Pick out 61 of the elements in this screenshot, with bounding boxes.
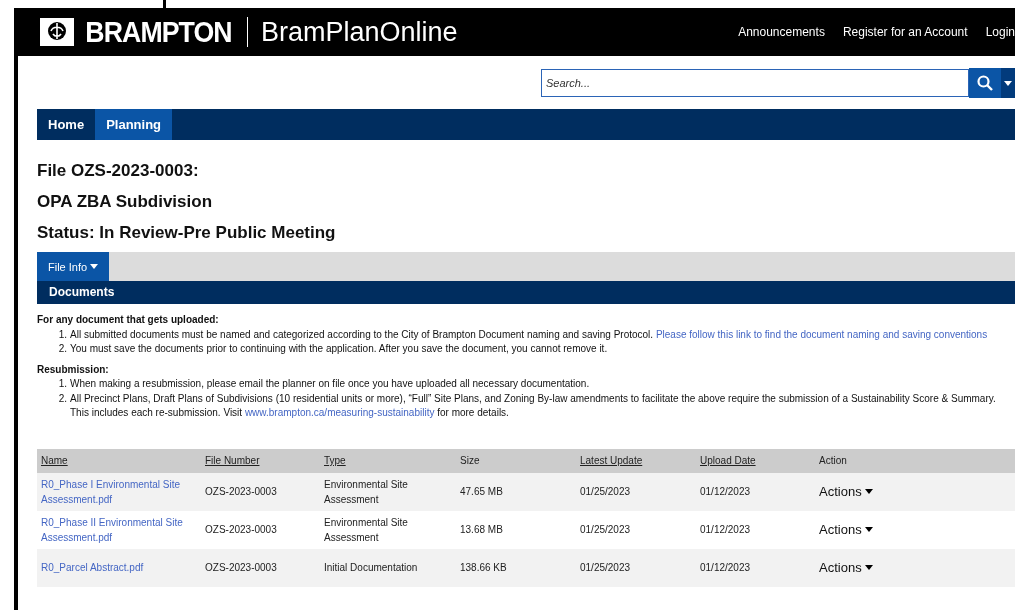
note-link[interactable]: www.brampton.ca/measuring-sustainability bbox=[244, 407, 435, 418]
actions-dropdown[interactable]: Actions bbox=[819, 522, 873, 537]
column-header[interactable]: Latest Update bbox=[576, 448, 696, 473]
table-cell: 01/12/2023 bbox=[700, 486, 751, 497]
table-cell: 138.66 KB bbox=[460, 562, 507, 573]
note-heading: Resubmission: bbox=[37, 362, 110, 377]
table-cell: OZS-2023-0003 bbox=[205, 524, 277, 535]
table-cell: Environmental Site Assessment bbox=[324, 516, 408, 543]
table-cell: 01/12/2023 bbox=[700, 524, 751, 535]
table-cell: 01/12/2023 bbox=[700, 562, 751, 573]
table-cell: Environmental Site Assessment bbox=[324, 478, 408, 505]
caret-icon bbox=[864, 489, 873, 494]
actions-dropdown[interactable]: Actions bbox=[819, 560, 873, 575]
file-info-tab[interactable]: File Info bbox=[37, 252, 110, 281]
table-cell: Initial Documentation bbox=[324, 562, 418, 573]
caret-icon bbox=[1004, 80, 1012, 86]
nav-tab[interactable]: Home bbox=[37, 109, 96, 140]
header-link[interactable]: Register for an Account bbox=[842, 25, 968, 39]
note-heading: For any document that gets uploaded: bbox=[37, 313, 220, 327]
column-header[interactable]: File Number bbox=[201, 448, 320, 473]
list-number: 2. bbox=[57, 342, 67, 356]
search-button[interactable] bbox=[969, 68, 1001, 98]
column-header[interactable]: Type bbox=[320, 448, 456, 473]
list-number: 1. bbox=[57, 327, 67, 342]
file-type: OPA ZBA Subdivision bbox=[37, 191, 214, 213]
table-cell: 13.68 MB bbox=[460, 524, 503, 535]
caret-icon bbox=[864, 565, 873, 570]
caret-icon bbox=[864, 527, 873, 532]
section-header: Documents bbox=[37, 281, 1015, 304]
note-link[interactable]: Please follow this link to find the document naming and saving conventions bbox=[655, 328, 988, 340]
search-icon bbox=[977, 75, 993, 91]
table-cell: 01/25/2023 bbox=[580, 524, 631, 535]
search-field[interactable]: Search... bbox=[541, 69, 969, 97]
list-number: 1. bbox=[57, 377, 67, 391]
table-cell: 47.65 MB bbox=[460, 486, 503, 497]
note-item: All submitted documents must be named and categorized according to the City of Brampton Document naming and saving Protocol. Please follow this link to find the document naming and saving conventions bbox=[70, 327, 989, 342]
header-link[interactable]: Login bbox=[985, 25, 1015, 39]
file-link[interactable]: R0_Phase I Environmental Site Assessment.pdf bbox=[41, 476, 197, 507]
table-cell: OZS-2023-0003 bbox=[205, 486, 277, 497]
note-item: When making a resubmission, please email the planner on file once you have uploaded all necessary documentation. bbox=[70, 377, 591, 391]
brand-logo-text: BRAMPTON bbox=[85, 15, 232, 49]
table-cell: OZS-2023-0003 bbox=[205, 562, 277, 573]
table-cell: 01/25/2023 bbox=[580, 486, 631, 497]
file-status: Status: In Review-Pre Public Meeting bbox=[37, 222, 337, 244]
file-title: File OZS-2023-0003: bbox=[37, 160, 200, 182]
list-number: 2. bbox=[57, 391, 67, 406]
note-item: You must save the documents prior to continuing with the application. After you save the document, you cannot remove it. bbox=[70, 342, 609, 356]
file-link[interactable]: R0_Phase II Environmental Site Assessment.pdf bbox=[41, 514, 197, 545]
column-header[interactable]: Upload Date bbox=[696, 448, 815, 473]
note-item: All Precinct Plans, Draft Plans of Subdivisions (10 residential units or more), “Full” Site Plans, and Zoning By-law amendments to facilitate the above require the submission of a Sustainability Score & Summary. This includes each re-submission. Visit www.brampton.ca/measuring-sustainability for more details. bbox=[70, 391, 997, 420]
nav-tab[interactable]: Planning bbox=[95, 109, 172, 140]
app-name: BramPlanOnline bbox=[261, 16, 458, 48]
caret-icon bbox=[90, 264, 99, 269]
actions-dropdown[interactable]: Actions bbox=[819, 484, 873, 499]
column-header[interactable]: Name bbox=[37, 448, 201, 473]
column-header: Size bbox=[456, 448, 576, 473]
table-cell: 01/25/2023 bbox=[580, 562, 631, 573]
search-options-button[interactable] bbox=[1001, 68, 1015, 98]
file-link[interactable]: R0_Parcel Abstract.pdf bbox=[41, 560, 197, 575]
column-header: Action bbox=[815, 448, 1015, 473]
header-link[interactable]: Announcements bbox=[738, 25, 825, 39]
